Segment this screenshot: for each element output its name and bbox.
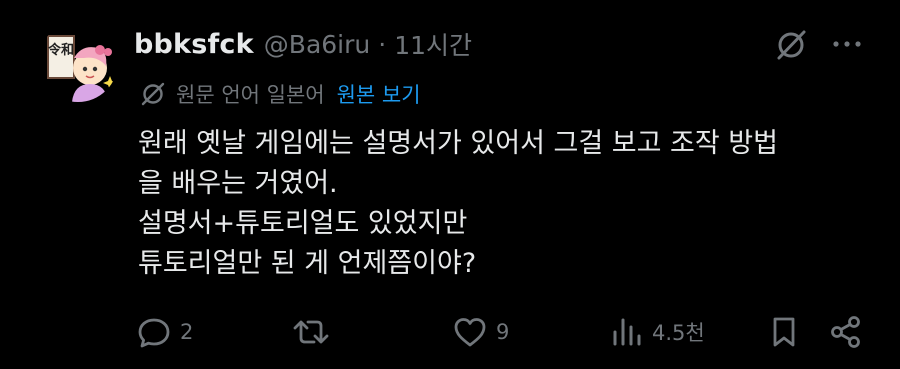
separator-dot: · [378,29,387,59]
timestamp[interactable]: 11시간 [394,26,472,62]
heart-icon [454,318,486,347]
tweet[interactable]: 令和 bbksfck @Ba6iru · 11시간 원문 언어 일본어 원본 보… [0,0,900,369]
tweet-text: 원래 옛날 게임에는 설명서가 있어서 그걸 보고 조작 방법 을 배우는 거였… [138,124,878,284]
repost-button[interactable] [292,310,338,354]
anime-mascot-avatar-icon: 令和 [38,22,118,102]
tweet-text-line: 을 배우는 거였어. [138,168,338,199]
more-options-button[interactable] [830,34,864,54]
tweet-text-line: 설명서+튜토리얼도 있었지만 [138,208,468,239]
bookmark-icon [773,317,795,347]
display-name[interactable]: bbksfck [134,29,254,60]
avatar-sign-top: 令和 [48,42,74,58]
share-button[interactable] [828,310,864,354]
tweet-text-line: 원래 옛날 게임에는 설명서가 있어서 그걸 보고 조작 방법 [138,128,778,159]
reply-count: 2 [180,320,194,344]
tweet-header: bbksfck @Ba6iru · 11시간 [134,26,472,62]
show-original-link[interactable]: 원본 보기 [337,79,421,109]
repost-icon [293,320,329,344]
like-button[interactable]: 9 [452,310,509,354]
grok-button[interactable] [774,28,808,62]
like-count: 9 [496,320,510,344]
views-button[interactable]: 4.5천 [610,310,705,354]
views-count: 4.5천 [652,321,705,345]
share-icon [831,316,860,348]
bookmark-button[interactable] [768,310,800,354]
grok-icon [777,30,806,60]
reply-button[interactable]: 2 [136,310,193,354]
user-handle[interactable]: @Ba6iru [264,30,370,59]
translation-label: 원문 언어 일본어 [176,83,325,107]
views-icon [613,318,641,346]
action-bar: 2 9 4.5천 [0,310,900,354]
reply-icon [138,318,170,348]
avatar[interactable]: 令和 [38,22,118,102]
tweet-text-line: 튜토리얼만 된 게 언제쯤이야? [138,248,477,279]
translation-row: 원문 언어 일본어 원본 보기 [140,78,421,110]
translate-grok-icon [140,81,166,107]
more-icon [833,41,861,47]
